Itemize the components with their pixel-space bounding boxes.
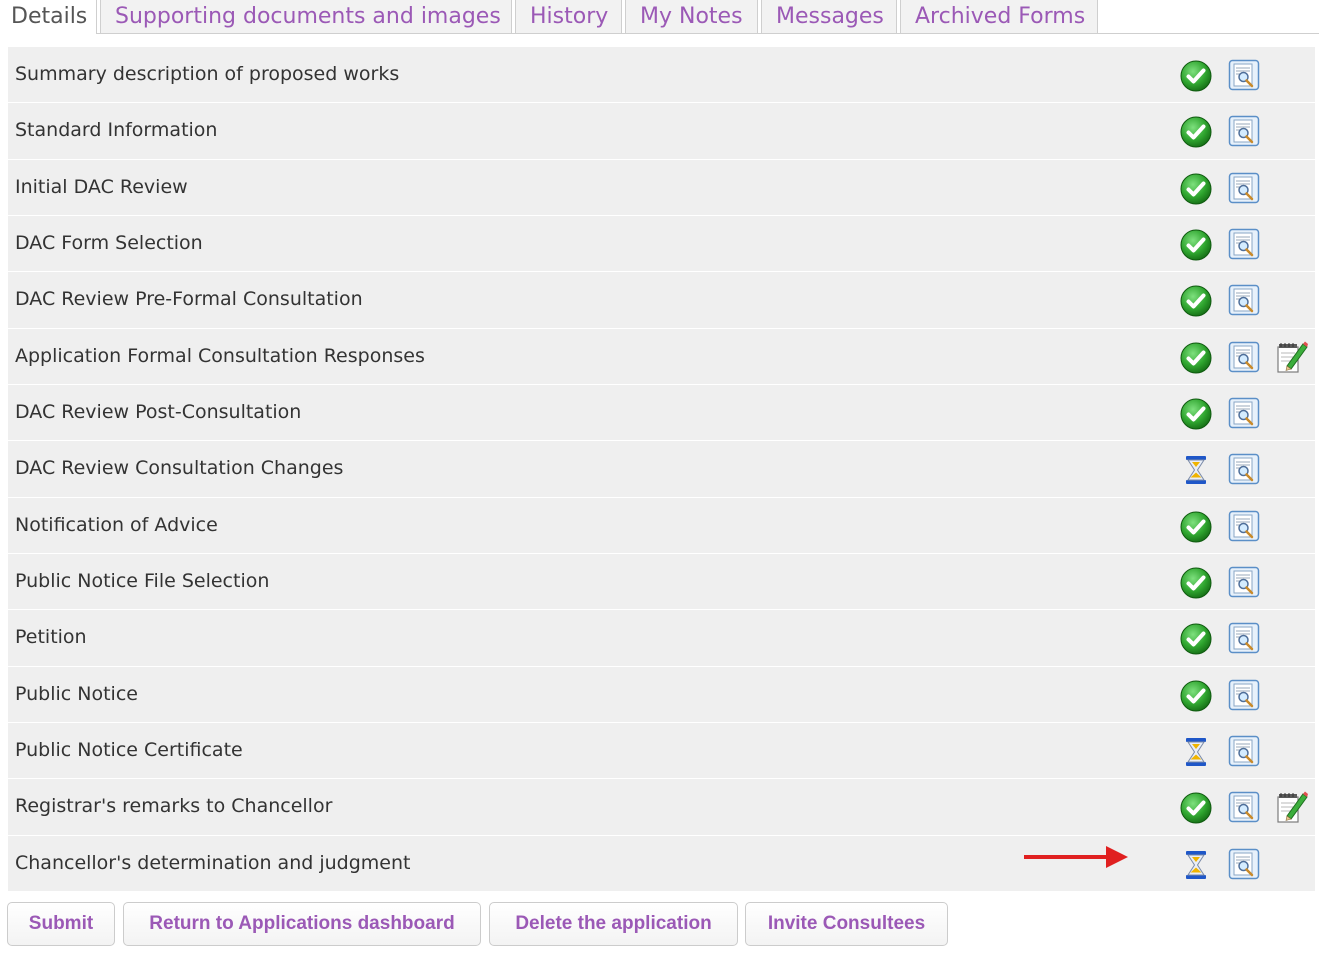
table-row: DAC Form Selection: [8, 215, 1315, 273]
table-row: Standard Information: [8, 103, 1315, 160]
view-form-icon[interactable]: [1228, 59, 1260, 91]
row-label: DAC Review Pre-Formal Consultation: [15, 288, 363, 311]
row-label: DAC Review Post-Consultation: [15, 400, 302, 423]
view-form-icon[interactable]: [1228, 848, 1260, 880]
view-form-icon[interactable]: [1228, 510, 1260, 542]
form-sections-table: Summary description of proposed works Sta…: [8, 47, 1315, 892]
check-icon: [1180, 285, 1212, 317]
check-icon: [1180, 342, 1212, 374]
check-icon: [1180, 173, 1212, 205]
invite-consultees-button[interactable]: Invite Consultees: [745, 902, 948, 946]
view-form-icon[interactable]: [1228, 172, 1260, 204]
row-label: Public Notice Certificate: [15, 738, 243, 761]
view-form-icon[interactable]: [1228, 228, 1260, 260]
view-form-icon[interactable]: [1228, 115, 1260, 147]
check-icon: [1180, 398, 1212, 430]
row-label: Application Formal Consultation Response…: [15, 344, 425, 367]
table-row: Initial DAC Review: [8, 159, 1315, 216]
red-arrow-annotation: [1024, 846, 1128, 868]
row-label: Public Notice: [15, 682, 138, 705]
check-icon: [1180, 116, 1212, 148]
hourglass-icon: [1180, 454, 1212, 486]
tab-bar: Details Supporting documents and images …: [0, 0, 1319, 34]
table-row: Public Notice Certificate: [8, 722, 1315, 780]
hourglass-icon: [1180, 736, 1212, 768]
check-icon: [1180, 60, 1212, 92]
tab-history[interactable]: History: [515, 0, 622, 33]
view-form-icon[interactable]: [1228, 622, 1260, 654]
view-form-icon[interactable]: [1228, 341, 1260, 373]
row-label: Notification of Advice: [15, 513, 218, 536]
row-label: Chancellor's determination and judgment: [15, 851, 411, 874]
edit-form-icon[interactable]: [1274, 340, 1308, 374]
table-row: Application Formal Consultation Response…: [8, 328, 1315, 385]
table-row: DAC Review Pre-Formal Consultation: [8, 272, 1315, 329]
row-label: Petition: [15, 626, 87, 649]
table-row: Notification of Advice: [8, 497, 1315, 554]
tab-details[interactable]: Details: [0, 0, 97, 34]
tab-supporting-documents[interactable]: Supporting documents and images: [100, 0, 512, 33]
submit-button[interactable]: Submit: [7, 902, 115, 946]
table-row: Public Notice: [8, 666, 1315, 723]
table-row: DAC Review Post-Consultation: [8, 384, 1315, 442]
view-form-icon[interactable]: [1228, 791, 1260, 823]
check-icon: [1180, 792, 1212, 824]
table-row: Registrar's remarks to Chancellor: [8, 779, 1315, 836]
check-icon: [1180, 680, 1212, 712]
view-form-icon[interactable]: [1228, 453, 1260, 485]
edit-form-icon[interactable]: [1274, 790, 1308, 824]
row-label: Public Notice File Selection: [15, 569, 270, 592]
row-label: Standard Information: [15, 119, 218, 142]
check-icon: [1180, 567, 1212, 599]
view-form-icon[interactable]: [1228, 735, 1260, 767]
table-row: Petition: [8, 610, 1315, 667]
view-form-icon[interactable]: [1228, 397, 1260, 429]
row-label: Summary description of proposed works: [15, 63, 400, 85]
tab-my-notes[interactable]: My Notes: [625, 0, 758, 33]
table-row: DAC Review Consultation Changes: [8, 441, 1315, 498]
row-label: DAC Form Selection: [15, 231, 203, 254]
row-label: DAC Review Consultation Changes: [15, 457, 344, 480]
tab-archived-forms[interactable]: Archived Forms: [900, 0, 1098, 33]
view-form-icon[interactable]: [1228, 679, 1260, 711]
row-label: Registrar's remarks to Chancellor: [15, 795, 333, 818]
check-icon: [1180, 623, 1212, 655]
table-row: Summary description of proposed works: [8, 47, 1315, 104]
check-icon: [1180, 229, 1212, 261]
delete-application-button[interactable]: Delete the application: [489, 902, 738, 946]
row-label: Initial DAC Review: [15, 175, 188, 198]
tab-messages[interactable]: Messages: [761, 0, 897, 33]
return-to-dashboard-button[interactable]: Return to Applications dashboard: [123, 902, 481, 946]
check-icon: [1180, 511, 1212, 543]
view-form-icon[interactable]: [1228, 284, 1260, 316]
view-form-icon[interactable]: [1228, 566, 1260, 598]
table-row: Public Notice File Selection: [8, 553, 1315, 611]
hourglass-icon: [1180, 849, 1212, 881]
